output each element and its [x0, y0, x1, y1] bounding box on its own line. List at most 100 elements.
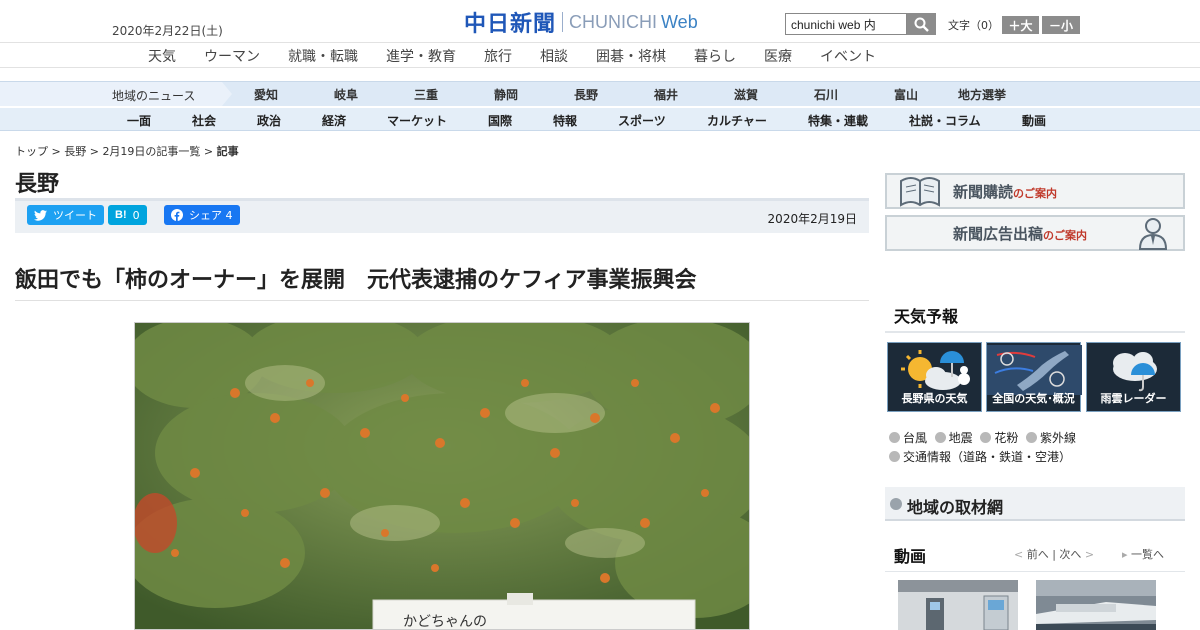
facebook-label: シェア	[189, 209, 222, 222]
region-network-label: 地域の取材網	[907, 498, 1004, 517]
video-thumbnail-2[interactable]	[1036, 580, 1156, 630]
font-size-down-button[interactable]: －小	[1042, 16, 1080, 34]
breadcrumb-region[interactable]: 長野	[64, 145, 86, 158]
prev-chevron-icon: <	[1014, 548, 1027, 561]
font-size-up-button[interactable]: ＋大	[1002, 16, 1039, 34]
breadcrumb-list[interactable]: 2月19日の記事一覧	[102, 145, 200, 158]
newspaper-icon	[900, 177, 940, 207]
video-prev-link[interactable]: 前へ	[1027, 548, 1049, 561]
logo-web: Web	[661, 11, 698, 32]
nav-living[interactable]: 暮らし	[694, 46, 736, 66]
site-logo[interactable]: 中日新聞 CHUNICHI Web	[464, 9, 698, 37]
main-nav: 天気 ウーマン 就職・転職 進学・教育 旅行 相談 囲碁・将棋 暮らし 医療 イ…	[0, 42, 1200, 68]
cat-society[interactable]: 社会	[192, 112, 216, 129]
bullet-icon	[934, 432, 946, 443]
hatena-button[interactable]: B! 0	[108, 205, 147, 225]
weather-heading: 天気予報	[885, 303, 1185, 333]
region-nav-label: 地域のニュース	[0, 82, 222, 106]
video-nav-sep: |	[1048, 548, 1060, 561]
nav-event[interactable]: イベント	[820, 46, 876, 66]
nav-education[interactable]: 進学・教育	[386, 46, 456, 66]
region-network-link[interactable]: 地域の取材網	[885, 487, 1185, 521]
weather-links: 台風 地震 花粉 紫外線	[889, 429, 1076, 446]
nav-consult[interactable]: 相談	[540, 46, 568, 66]
businessman-icon	[1138, 218, 1168, 250]
cat-culture[interactable]: カルチャー	[707, 112, 767, 129]
region-shizuoka[interactable]: 静岡	[494, 86, 518, 103]
subscribe-banner[interactable]: 新聞購読のご案内	[885, 173, 1185, 209]
weather-link-pollen[interactable]: 花粉	[980, 431, 1018, 445]
font-size-label: 文字（0）	[948, 19, 999, 32]
cat-economy[interactable]: 経済	[322, 112, 346, 129]
headline-divider	[15, 300, 869, 301]
tweet-button[interactable]: ツイート	[27, 205, 104, 225]
video-list-link[interactable]: ▸ 一覧へ	[1122, 546, 1164, 562]
search-input[interactable]	[785, 13, 907, 35]
nav-weather[interactable]: 天気	[148, 46, 176, 66]
region-shiga[interactable]: 滋賀	[734, 86, 758, 103]
list-arrow-icon: ▸	[1122, 548, 1132, 561]
weather-link-typhoon[interactable]: 台風	[889, 431, 927, 445]
subscribe-banner-suffix: のご案内	[1013, 187, 1058, 200]
weather-tile-radar[interactable]: 雨雲レーダー	[1086, 342, 1181, 412]
persimmon-tree-image: かどちゃんの	[135, 323, 749, 629]
weather-link-earthquake[interactable]: 地震	[934, 431, 973, 445]
cat-editorial[interactable]: 社説・コラム	[909, 112, 981, 129]
cat-market[interactable]: マーケット	[387, 112, 447, 129]
region-local-election[interactable]: 地方選挙	[958, 86, 1006, 103]
nav-woman[interactable]: ウーマン	[204, 46, 260, 66]
video-pagination: < 前へ | 次へ >	[1014, 546, 1094, 562]
weather-tile-national[interactable]: 全国の天気･概況	[986, 342, 1082, 412]
weather-tile-nagano[interactable]: 長野県の天気	[887, 342, 982, 412]
bullet-icon	[980, 432, 992, 443]
cat-video[interactable]: 動画	[1022, 112, 1046, 129]
breadcrumb-sep: >	[86, 145, 103, 158]
advertise-banner-suffix: のご案内	[1043, 229, 1088, 242]
region-toyama[interactable]: 富山	[894, 86, 918, 103]
sun-cloud-icon	[901, 350, 970, 390]
hatena-count: 0	[132, 208, 140, 222]
region-mie[interactable]: 三重	[414, 86, 438, 103]
weather-link-pollen-label: 花粉	[994, 431, 1019, 445]
region-nagano[interactable]: 長野	[574, 86, 598, 103]
bullet-icon	[889, 451, 900, 462]
cat-features[interactable]: 特集・連載	[808, 112, 868, 129]
article-date: 2020年2月19日	[767, 212, 857, 226]
bullet-icon	[1025, 432, 1037, 443]
article-photo: かどちゃんの	[134, 322, 750, 630]
cat-sports[interactable]: スポーツ	[618, 112, 666, 129]
next-chevron-icon: >	[1081, 548, 1095, 561]
article-headline: 飯田でも「柿のオーナー」を展開 元代表逮捕のケフィア事業振興会	[15, 268, 697, 293]
traffic-link[interactable]: 交通情報（道路・鉄道・空港）	[889, 448, 1071, 465]
region-nav-arrow	[222, 82, 232, 106]
cat-front-page[interactable]: 一面	[127, 112, 151, 129]
region-ishikawa[interactable]: 石川	[814, 86, 838, 103]
video-thumbnail-image	[1036, 580, 1156, 630]
logo-kanji: 中日新聞	[464, 11, 557, 37]
nav-jobs[interactable]: 就職・転職	[288, 46, 358, 66]
site-header: 2020年2月22日(土) 中日新聞 CHUNICHI Web 文字（0） ＋大…	[0, 0, 1200, 42]
facebook-share-button[interactable]: シェア 4	[164, 205, 240, 225]
advertise-banner-text: 新聞広告出稿のご案内	[953, 223, 1087, 244]
advertise-banner[interactable]: 新聞広告出稿のご案内	[885, 215, 1185, 251]
nav-medical[interactable]: 医療	[764, 46, 792, 66]
circle-arrow-icon	[890, 498, 902, 510]
breadcrumb-sep: >	[200, 145, 217, 158]
nav-igo-shogi[interactable]: 囲碁・将棋	[596, 46, 666, 66]
cat-international[interactable]: 国際	[488, 112, 512, 129]
cat-politics[interactable]: 政治	[257, 112, 281, 129]
video-thumbnail-1[interactable]	[898, 580, 1018, 630]
video-next-link[interactable]: 次へ	[1059, 548, 1081, 561]
breadcrumb-top[interactable]: トップ	[15, 145, 48, 158]
weather-link-uv[interactable]: 紫外線	[1025, 431, 1076, 445]
search-button[interactable]	[907, 13, 936, 35]
region-fukui[interactable]: 福井	[654, 86, 678, 103]
nav-travel[interactable]: 旅行	[484, 46, 512, 66]
weather-link-typhoon-label: 台風	[903, 431, 928, 445]
region-aichi[interactable]: 愛知	[254, 86, 278, 103]
region-gifu[interactable]: 岐阜	[334, 86, 358, 103]
cat-special-report[interactable]: 特報	[553, 112, 577, 129]
category-nav: 一面 社会 政治 経済 マーケット 国際 特報 スポーツ カルチャー 特集・連載…	[0, 107, 1200, 131]
bullet-icon	[889, 432, 900, 443]
current-date: 2020年2月22日(土)	[112, 24, 223, 38]
